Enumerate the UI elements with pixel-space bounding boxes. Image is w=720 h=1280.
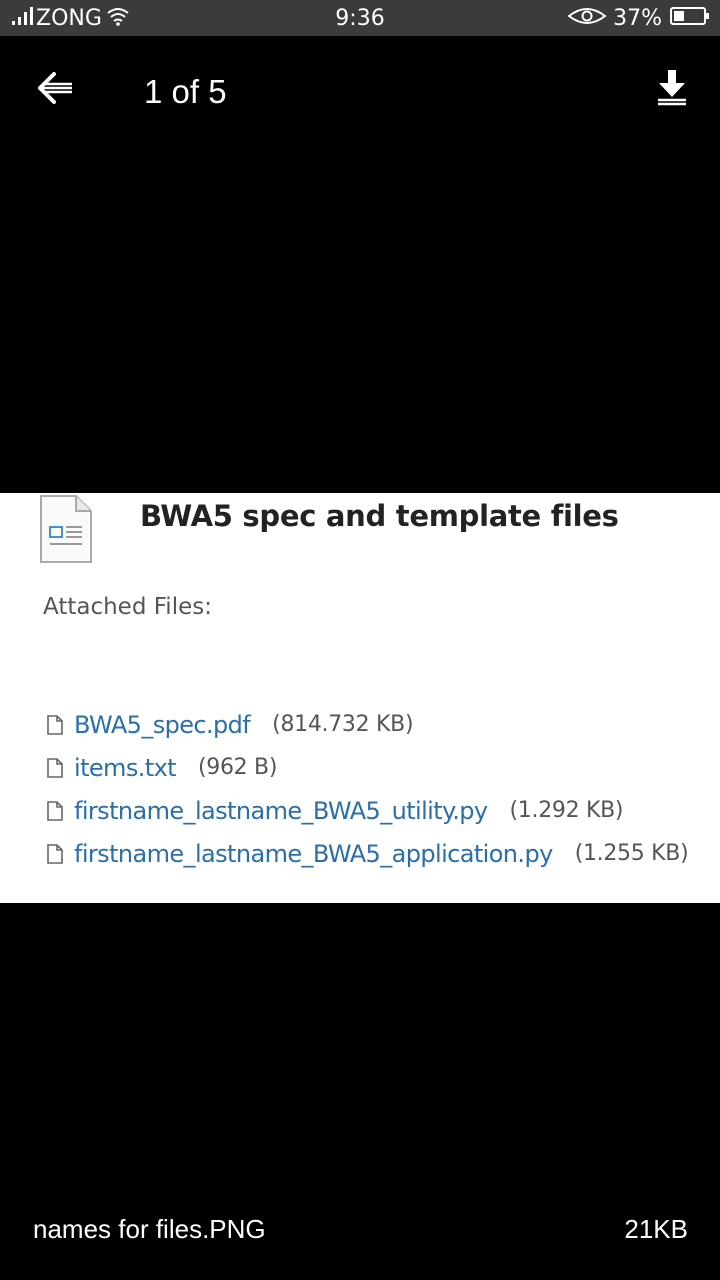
file-name: names for files.PNG xyxy=(33,1214,266,1244)
file-row: firstname_lastname_BWA5_utility.py (1.29… xyxy=(46,789,688,832)
file-size: (1.255 KB) xyxy=(574,841,689,866)
document-title: BWA5 spec and template files xyxy=(140,499,619,533)
back-button[interactable] xyxy=(24,58,88,122)
file-icon xyxy=(46,757,64,779)
download-button[interactable] xyxy=(640,58,704,122)
file-size-label: 21KB xyxy=(624,1214,688,1244)
file-link: firstname_lastname_BWA5_utility.py xyxy=(74,796,488,825)
file-link: items.txt xyxy=(74,753,177,782)
download-icon xyxy=(654,68,690,113)
file-size: (1.292 KB) xyxy=(509,798,624,823)
file-icon xyxy=(46,843,64,865)
signal-icon xyxy=(12,7,34,29)
document-icon xyxy=(38,493,94,570)
file-size: (962 B) xyxy=(197,755,278,780)
image-preview[interactable]: BWA5 spec and template files Attached Fi… xyxy=(0,493,720,903)
wifi-icon xyxy=(106,6,130,30)
attached-file-list: BWA5_spec.pdf (814.732 KB) items.txt (96… xyxy=(46,703,689,875)
file-row: items.txt (962 B) xyxy=(46,746,688,789)
back-arrow-icon xyxy=(36,71,76,110)
viewer-app-bar: 1 of 5 xyxy=(0,36,720,148)
file-row: BWA5_spec.pdf (814.732 KB) xyxy=(46,703,688,746)
battery-percent: 37% xyxy=(613,5,662,31)
eye-icon xyxy=(567,6,607,30)
carrier-name: ZONG xyxy=(36,5,102,31)
file-icon xyxy=(46,800,64,822)
status-bar: ZONG 9:36 37% xyxy=(0,0,720,36)
file-row: firstname_lastname_BWA5_application.py (… xyxy=(46,832,689,875)
file-link: BWA5_spec.pdf xyxy=(74,710,251,739)
image-counter: 1 of 5 xyxy=(144,73,227,110)
battery-icon xyxy=(670,6,710,30)
file-size: (814.732 KB) xyxy=(272,712,414,737)
file-info-bar: names for files.PNG 21KB xyxy=(0,1200,720,1264)
file-icon xyxy=(46,714,64,736)
attached-files-label: Attached Files: xyxy=(43,594,212,620)
file-link: firstname_lastname_BWA5_application.py xyxy=(74,839,553,868)
